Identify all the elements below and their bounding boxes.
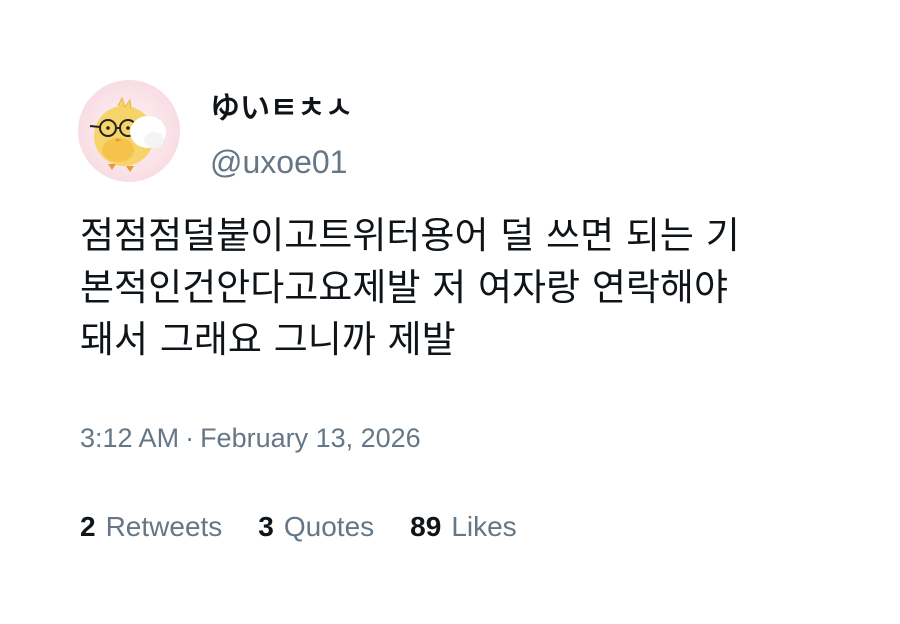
quotes-count: 3 bbox=[258, 511, 274, 542]
retweets-count: 2 bbox=[80, 511, 96, 542]
tweet-text-line: 돼서 그래요 그니까 제발 bbox=[80, 318, 456, 361]
tweet-time: 3:12 AM bbox=[80, 423, 180, 453]
likes-stat[interactable]: 89 Likes bbox=[410, 508, 517, 546]
tweet-text-line: 점점점덜붙이고트위터용어 덜 쓰면 되는 기 bbox=[80, 214, 740, 257]
tweet-text-line: 본적인건안다고요제발 저 여자랑 연락해야 bbox=[80, 266, 729, 309]
tweet-card: ゆいㅌㅊㅅ @uxoe01 점점점덜붙이고트위터용어 덜 쓰면 되는 기 본적인… bbox=[0, 0, 900, 624]
timestamp-separator: · bbox=[185, 423, 195, 453]
avatar-illustration bbox=[89, 96, 166, 172]
quotes-label: Quotes bbox=[283, 511, 375, 542]
tweet-stats: 2 Retweets 3 Quotes 89 Likes bbox=[80, 508, 553, 546]
tweet-date: February 13, 2026 bbox=[200, 423, 421, 453]
avatar[interactable] bbox=[78, 80, 180, 182]
tweet-text: 점점점덜붙이고트위터용어 덜 쓰면 되는 기 본적인건안다고요제발 저 여자랑 … bbox=[80, 210, 820, 366]
retweets-stat[interactable]: 2 Retweets bbox=[80, 508, 222, 546]
likes-count: 89 bbox=[410, 511, 442, 542]
tweet-timestamp[interactable]: 3:12 AM · February 13, 2026 bbox=[80, 420, 421, 456]
retweets-label: Retweets bbox=[105, 511, 223, 542]
likes-label: Likes bbox=[451, 511, 517, 542]
user-handle[interactable]: @uxoe01 bbox=[210, 142, 347, 182]
quotes-stat[interactable]: 3 Quotes bbox=[258, 508, 374, 546]
display-name[interactable]: ゆいㅌㅊㅅ bbox=[210, 92, 353, 126]
